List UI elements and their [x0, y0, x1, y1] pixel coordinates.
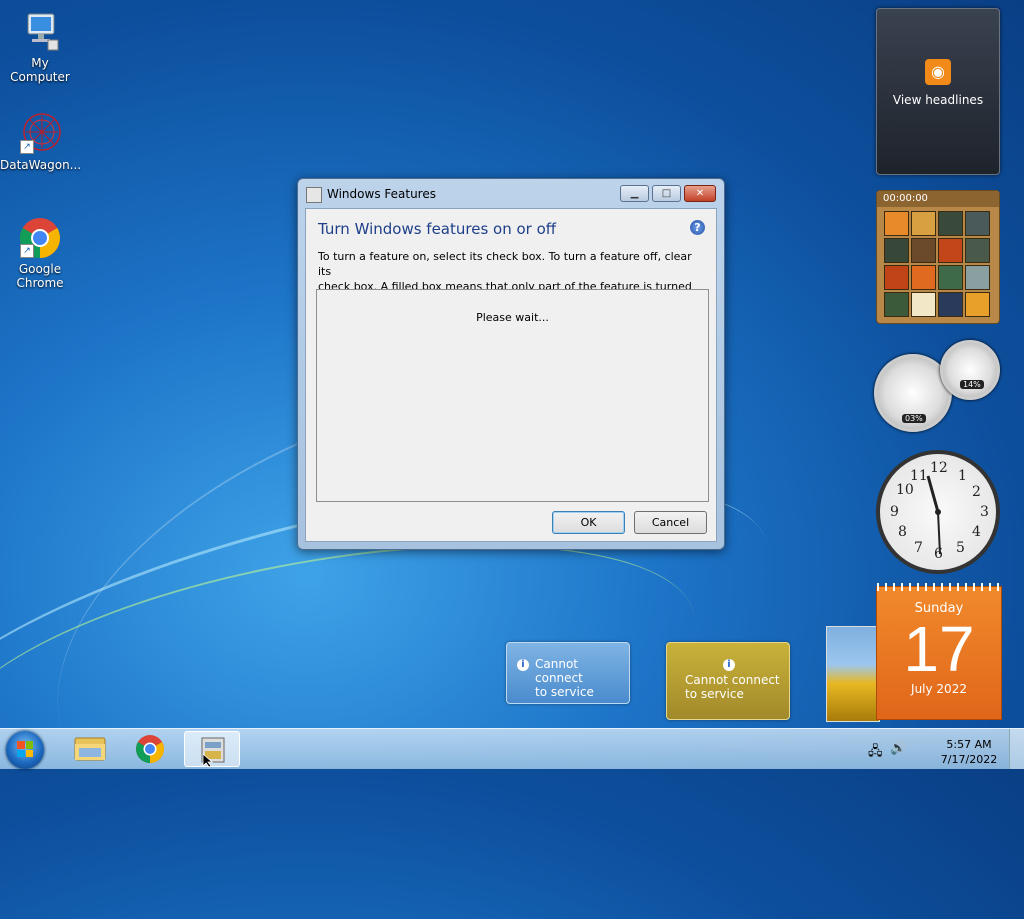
- clock-gadget[interactable]: 12 1 2 3 4 5 6 7 8 9 10 11: [876, 450, 1000, 574]
- info-icon: i: [517, 659, 529, 671]
- desktop-icon-google-chrome[interactable]: ↗ Google Chrome: [0, 216, 80, 290]
- memory-usage-label: 14%: [960, 380, 984, 389]
- chrome-icon: ↗: [18, 216, 62, 260]
- cpu-meter-gadget[interactable]: 03% 14%: [874, 340, 1004, 435]
- window-app-icon: [306, 187, 322, 203]
- network-icon[interactable]: 🖧: [868, 742, 883, 764]
- weather-message: Cannot connect to service: [685, 673, 780, 701]
- puzzle-tile[interactable]: [911, 238, 936, 263]
- rss-icon: ◉: [925, 59, 951, 85]
- datawagon-icon: ↗: [18, 112, 62, 156]
- dialog-client-area: Turn Windows features on or off ? To tur…: [305, 208, 717, 542]
- weather-gadget[interactable]: i Cannot connect to service: [666, 642, 790, 720]
- puzzle-tile[interactable]: [911, 292, 936, 317]
- view-headlines-label[interactable]: View headlines: [877, 93, 999, 107]
- shortcut-arrow-icon: ↗: [20, 140, 34, 154]
- taskbar-item-chrome[interactable]: [122, 731, 178, 767]
- weather-message-line: Cannot connect: [535, 657, 583, 685]
- windows-features-icon: [201, 737, 225, 768]
- slideshow-gadget[interactable]: [826, 626, 880, 722]
- dialog-heading: Turn Windows features on or off: [318, 220, 557, 238]
- puzzle-tile[interactable]: [911, 265, 936, 290]
- windows-logo-icon: [17, 741, 33, 757]
- desktop-icon-label: My Computer: [10, 56, 70, 84]
- memory-dial: [940, 340, 1000, 400]
- puzzle-tile[interactable]: [965, 238, 990, 263]
- puzzle-tile[interactable]: [938, 265, 963, 290]
- puzzle-tile[interactable]: [884, 265, 909, 290]
- puzzle-tile[interactable]: [884, 211, 909, 236]
- calendar-day-number: 17: [903, 613, 975, 685]
- weather-message-line: Cannot connect: [685, 673, 780, 687]
- taskbar-item-explorer[interactable]: [62, 731, 118, 767]
- system-tray: 🖧 🔊 5:57 AM 7/17/2022: [862, 733, 1002, 767]
- calendar-month-year: July 2022: [911, 682, 967, 696]
- chrome-icon: [136, 735, 164, 763]
- start-button[interactable]: [6, 731, 44, 769]
- weather-message-line: to service: [685, 687, 744, 701]
- calendar-gadget[interactable]: Sunday 17 July 2022: [876, 583, 1002, 720]
- taskbar-clock[interactable]: 5:57 AM 7/17/2022: [936, 737, 1002, 767]
- calendar-rings: [877, 583, 1001, 591]
- instructions-line: To turn a feature on, select its check b…: [318, 250, 692, 278]
- taskbar: 🖧 🔊 5:57 AM 7/17/2022: [0, 728, 1024, 769]
- puzzle-tile[interactable]: [965, 211, 990, 236]
- show-desktop-button[interactable]: [1009, 729, 1024, 769]
- puzzle-grid[interactable]: [877, 207, 999, 321]
- features-list[interactable]: Please wait...: [316, 289, 709, 502]
- desktop-icon-label: Google Chrome: [16, 262, 64, 290]
- weather-message-line: to service: [535, 685, 594, 699]
- picture-puzzle-gadget[interactable]: 00:00:00: [876, 190, 1000, 324]
- puzzle-timer: 00:00:00: [877, 191, 999, 207]
- taskbar-time: 5:57 AM: [946, 738, 992, 751]
- windows-features-dialog: Windows Features ▁ □ ✕ Turn Windows feat…: [297, 178, 725, 550]
- help-icon[interactable]: ?: [690, 220, 705, 235]
- info-icon: i: [723, 659, 735, 671]
- weather-gadget[interactable]: i Cannot connect to service: [506, 642, 630, 704]
- puzzle-tile[interactable]: [911, 211, 936, 236]
- desktop-icon-label: DataWagon...: [0, 158, 82, 172]
- cpu-usage-label: 03%: [902, 414, 926, 423]
- taskbar-date: 7/17/2022: [940, 753, 998, 766]
- clock-hands: [926, 475, 941, 555]
- feed-headlines-gadget[interactable]: ◉ View headlines: [876, 8, 1000, 175]
- title-bar[interactable]: Windows Features ▁ □ ✕: [298, 179, 724, 208]
- ok-button[interactable]: OK: [552, 511, 625, 534]
- puzzle-tile[interactable]: [938, 238, 963, 263]
- computer-icon: [18, 10, 62, 54]
- puzzle-tile[interactable]: [965, 265, 990, 290]
- desktop-icon-my-computer[interactable]: My Computer: [0, 10, 80, 84]
- maximize-button[interactable]: □: [652, 185, 681, 202]
- desktop-icon-datawagon[interactable]: ↗ DataWagon...: [0, 112, 82, 172]
- puzzle-tile[interactable]: [938, 211, 963, 236]
- window-title: Windows Features: [327, 187, 436, 201]
- weather-message: Cannot connect to service: [535, 657, 629, 699]
- close-button[interactable]: ✕: [684, 185, 716, 202]
- puzzle-tile[interactable]: [938, 292, 963, 317]
- puzzle-tile[interactable]: [884, 238, 909, 263]
- puzzle-tile[interactable]: [965, 292, 990, 317]
- volume-icon[interactable]: 🔊: [890, 741, 906, 756]
- folder-icon: [74, 737, 106, 761]
- cancel-button[interactable]: Cancel: [634, 511, 707, 534]
- puzzle-tile[interactable]: [884, 292, 909, 317]
- minimize-button[interactable]: ▁: [620, 185, 649, 202]
- taskbar-item-windows-features[interactable]: [184, 731, 240, 768]
- shortcut-arrow-icon: ↗: [20, 244, 34, 258]
- loading-status: Please wait...: [476, 311, 549, 324]
